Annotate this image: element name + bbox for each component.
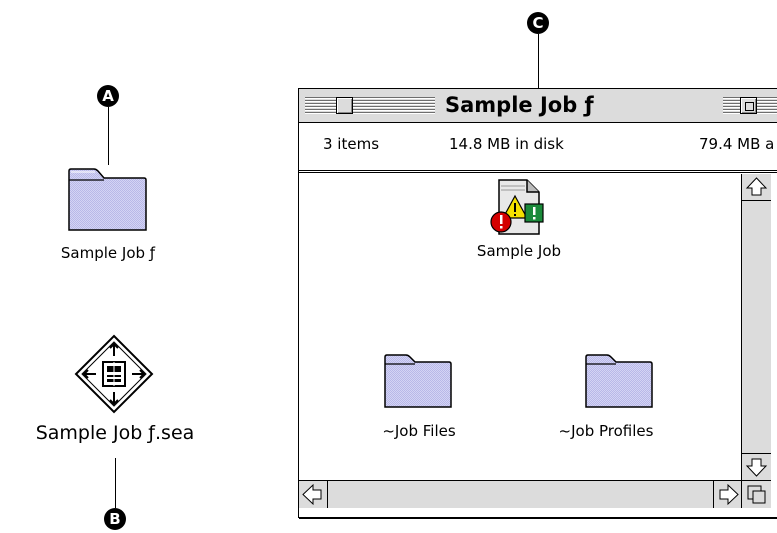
callout-marker-c: C [527, 12, 549, 34]
callout-marker-b: B [104, 508, 126, 530]
callout-marker-a: A [97, 85, 119, 107]
folder-icon [384, 354, 452, 408]
disk-usage: 14.8 MB in disk [449, 135, 564, 153]
callout-line-a [108, 107, 109, 165]
right-arrow-icon [719, 483, 739, 506]
job-profiles-folder[interactable]: ~Job Profiles [531, 354, 681, 440]
info-bar: 3 items 14.8 MB in disk 79.4 MB a [299, 123, 777, 173]
down-arrow-icon [745, 458, 768, 477]
job-files-folder[interactable]: ~Job Files [354, 354, 484, 440]
vertical-scrollbar[interactable] [741, 174, 771, 481]
window-title: Sample Job ƒ [435, 89, 604, 122]
available-space: 79.4 MB a [699, 135, 775, 153]
resize-icon [747, 485, 766, 504]
callout-line-c [538, 34, 539, 88]
item-count: 3 items [323, 135, 380, 153]
sample-job-label: Sample Job [476, 242, 562, 260]
finder-window[interactable]: Sample Job ƒ 3 items 14.8 MB in disk 79.… [298, 88, 777, 518]
desktop-folder[interactable]: Sample Job ƒ [60, 168, 156, 268]
desktop-archive-label: Sample Job ƒ.sea [35, 422, 195, 444]
job-profiles-label: ~Job Profiles [558, 422, 654, 440]
job-files-label: ~Job Files [382, 422, 456, 440]
sample-job-item[interactable]: Sample Job [449, 178, 589, 260]
scroll-right-button[interactable] [713, 481, 742, 508]
horizontal-scrollbar[interactable] [299, 480, 742, 508]
scroll-down-button[interactable] [742, 453, 771, 481]
window-content: Sample Job ~Job Files ~Job Profiles [299, 174, 741, 480]
title-bar[interactable]: Sample Job ƒ [299, 89, 777, 123]
scroll-left-button[interactable] [299, 481, 328, 508]
folder-icon [68, 168, 147, 231]
self-extracting-archive-icon [74, 334, 154, 414]
close-box-button[interactable] [336, 97, 353, 114]
resize-grow-box[interactable] [741, 480, 771, 508]
folder-icon [585, 354, 653, 408]
desktop-archive[interactable]: Sample Job ƒ.sea [10, 334, 220, 444]
title-bar-stripes-left [305, 97, 435, 114]
job-document-icon [490, 179, 544, 235]
scroll-up-button[interactable] [742, 174, 771, 201]
zoom-box-button[interactable] [740, 97, 757, 114]
desktop-folder-label: Sample Job ƒ [60, 244, 156, 262]
up-arrow-icon [745, 177, 768, 196]
left-arrow-icon [302, 483, 322, 506]
callout-line-b [115, 458, 116, 508]
